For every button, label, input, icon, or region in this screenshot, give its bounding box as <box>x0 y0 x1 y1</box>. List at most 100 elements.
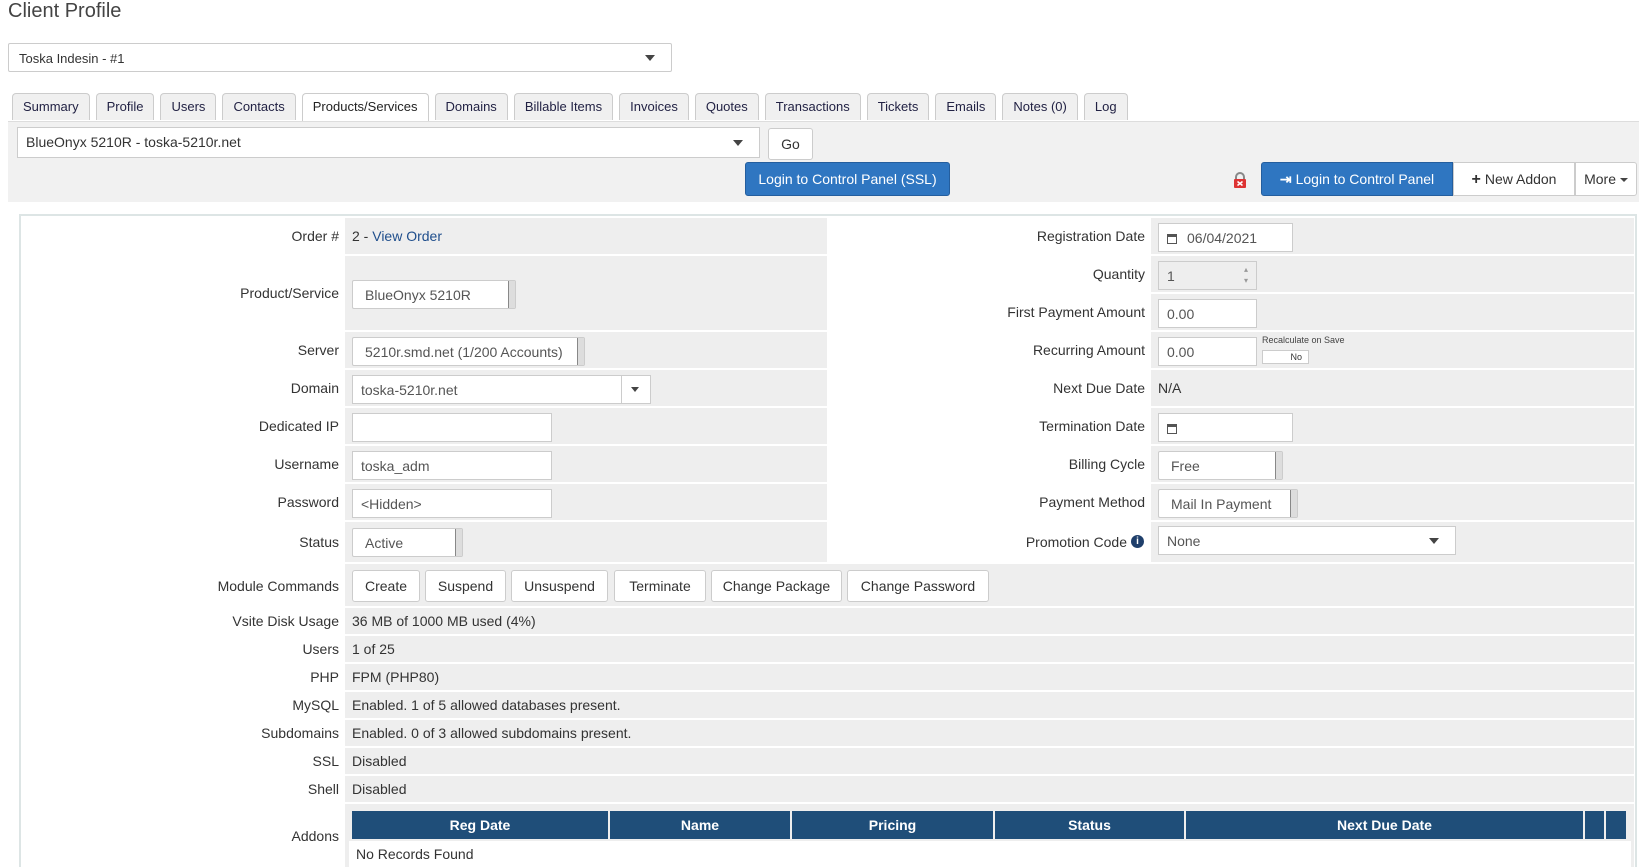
info-label: MySQL <box>292 697 339 713</box>
chevron-down-icon <box>631 387 639 392</box>
plus-icon: + <box>1471 171 1481 188</box>
suspend-button[interactable]: Suspend <box>425 570 506 602</box>
tab-emails[interactable]: Emails <box>935 93 997 120</box>
addons-col-reg-date[interactable]: Reg Date <box>352 811 608 839</box>
server-select[interactable]: 5210r.smd.net (1/200 Accounts) <box>352 337 585 366</box>
domain-dropdown-toggle[interactable] <box>621 376 650 403</box>
new-addon-label: New Addon <box>1484 171 1557 187</box>
billing-cycle-select[interactable]: Free <box>1158 451 1283 480</box>
tab-invoices[interactable]: Invoices <box>619 93 689 120</box>
dedicated-ip-input[interactable] <box>352 413 552 442</box>
payment-method-select[interactable]: Mail In Payment <box>1158 489 1298 518</box>
view-order-link[interactable]: View Order <box>372 228 442 244</box>
client-select[interactable]: Toska Indesin - #1 <box>8 43 672 72</box>
product-service-label: Product/Service <box>240 285 339 301</box>
tab-profile[interactable]: Profile <box>95 93 155 120</box>
tab-quotes[interactable]: Quotes <box>694 93 759 120</box>
next-due-date-label: Next Due Date <box>1053 380 1145 396</box>
more-label: More <box>1584 171 1616 187</box>
promotion-code-select[interactable]: None <box>1158 526 1456 555</box>
info-value: 36 MB of 1000 MB used (4%) <box>352 613 536 629</box>
username-input[interactable]: toska_adm <box>352 451 552 480</box>
info-label: PHP <box>310 669 339 685</box>
addons-col-next-due-date[interactable]: Next Due Date <box>1186 811 1583 839</box>
info-label: Shell <box>307 781 339 797</box>
tab-transactions[interactable]: Transactions <box>764 93 861 120</box>
info-label: Users <box>302 641 339 657</box>
info-value: FPM (PHP80) <box>352 669 440 685</box>
more-dropdown-button[interactable]: More <box>1575 162 1637 196</box>
login-control-panel-ssl-button[interactable]: Login to Control Panel (SSL) <box>745 162 950 196</box>
tab-summary[interactable]: Summary <box>12 93 90 120</box>
first-payment-label: First Payment Amount <box>1007 304 1145 320</box>
change-package-button[interactable]: Change Package <box>711 570 842 602</box>
password-label: Password <box>277 494 339 510</box>
first-payment-input[interactable]: 0.00 <box>1158 299 1257 328</box>
unsuspend-button[interactable]: Unsuspend <box>511 570 608 602</box>
client-select-value: Toska Indesin - #1 <box>19 51 125 66</box>
server-label: Server <box>297 342 339 358</box>
tab-tickets[interactable]: Tickets <box>866 93 930 120</box>
status-label: Status <box>299 534 339 550</box>
addons-col-name[interactable]: Name <box>610 811 790 839</box>
module-commands-label: Module Commands <box>217 578 339 594</box>
create-button[interactable]: Create <box>352 570 420 602</box>
terminate-button[interactable]: Terminate <box>614 570 706 602</box>
quantity-stepper[interactable]: 1 ▴ ▾ <box>1158 261 1257 290</box>
tab-products-services[interactable]: Products/Services <box>301 93 429 122</box>
password-input[interactable]: <Hidden> <box>352 489 552 518</box>
promotion-code-value: None <box>1167 533 1201 549</box>
chevron-down-icon <box>645 55 655 61</box>
server-value: 5210r.smd.net (1/200 Accounts) <box>365 344 563 360</box>
info-value: Enabled. 0 of 3 allowed subdomains prese… <box>352 725 632 741</box>
promotion-code-label: Promotion Code <box>1025 534 1127 550</box>
service-select[interactable]: BlueOnyx 5210R - toska-5210r.net <box>17 127 760 158</box>
domain-input[interactable]: toska-5210r.net <box>352 375 651 404</box>
tab-contacts[interactable]: Contacts <box>222 93 296 120</box>
registration-date-input[interactable]: 06/04/2021 <box>1158 223 1293 252</box>
login-control-panel-label: Login to Control Panel <box>1295 171 1435 187</box>
registration-date-label: Registration Date <box>1036 228 1145 244</box>
addons-col-pricing[interactable]: Pricing <box>792 811 993 839</box>
login-control-panel-button[interactable]: ⇥ Login to Control Panel <box>1261 162 1453 196</box>
tab-billable-items[interactable]: Billable Items <box>513 93 614 120</box>
addons-col-delete <box>1606 811 1626 839</box>
page-title: Client Profile <box>8 0 122 22</box>
termination-date-label: Termination Date <box>1039 418 1145 434</box>
order-value: 2 - View Order <box>352 228 442 244</box>
product-service-select[interactable]: BlueOnyx 5210R <box>352 280 516 309</box>
recalculate-label: Recalculate on Save <box>1262 335 1345 345</box>
change-password-button[interactable]: Change Password <box>847 570 989 602</box>
addons-empty-row: No Records Found <box>349 841 1631 867</box>
tab-notes[interactable]: Notes (0) <box>1002 93 1078 120</box>
addons-col-status[interactable]: Status <box>995 811 1184 839</box>
calendar-icon <box>1167 234 1177 244</box>
status-select[interactable]: Active <box>352 528 463 557</box>
dedicated-ip-label: Dedicated IP <box>258 418 339 434</box>
service-select-value: BlueOnyx 5210R - toska-5210r.net <box>26 134 241 150</box>
info-value: Disabled <box>352 781 407 797</box>
tab-domains[interactable]: Domains <box>434 93 508 120</box>
info-label: Subdomains <box>261 725 339 741</box>
info-value: 1 of 25 <box>352 641 395 657</box>
info-value: Enabled. 1 of 5 allowed databases presen… <box>352 697 621 713</box>
domain-value: toska-5210r.net <box>361 382 458 398</box>
go-button[interactable]: Go <box>768 128 813 160</box>
tab-users[interactable]: Users <box>160 93 217 120</box>
calendar-icon <box>1167 424 1177 434</box>
quantity-value: 1 <box>1167 268 1175 284</box>
termination-date-input[interactable] <box>1158 413 1293 442</box>
status-value: Active <box>365 535 404 551</box>
payment-method-value: Mail In Payment <box>1171 496 1272 512</box>
order-label: Order # <box>291 228 339 244</box>
sign-in-icon: ⇥ <box>1279 171 1292 187</box>
spinner-arrows-icon[interactable]: ▴ ▾ <box>1244 264 1248 286</box>
recalculate-toggle[interactable]: No <box>1262 350 1309 364</box>
recurring-amount-input[interactable]: 0.00 <box>1158 337 1257 366</box>
new-addon-button[interactable]: + New Addon <box>1453 162 1575 196</box>
domain-label: Domain <box>290 380 339 396</box>
tab-log[interactable]: Log <box>1083 93 1128 120</box>
info-label: Vsite Disk Usage <box>232 613 339 629</box>
chevron-down-icon <box>1429 538 1439 544</box>
info-icon[interactable]: i <box>1131 535 1144 548</box>
